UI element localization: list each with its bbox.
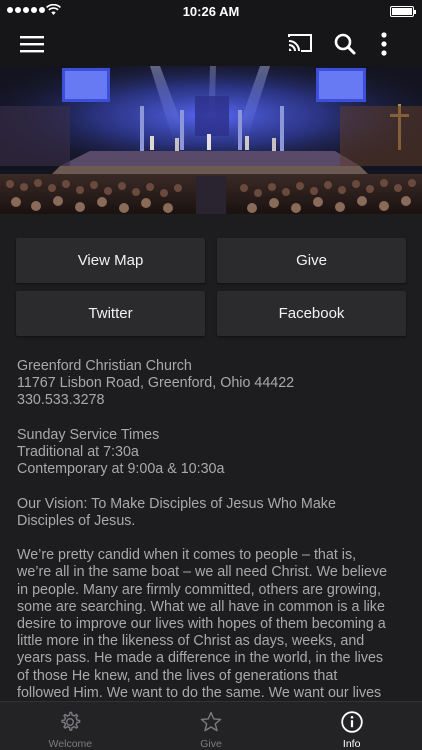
service-contemporary: Contemporary at 9:00a & 10:30a <box>17 461 225 478</box>
view-map-button[interactable]: View Map <box>16 238 205 283</box>
gear-icon <box>61 711 81 731</box>
about-line: we’re all in the same boat – we all need… <box>17 564 388 581</box>
battery-icon <box>390 6 416 17</box>
about-block: We’re pretty candid when it comes to peo… <box>17 547 409 702</box>
about-line: We’re pretty candid when it comes to peo… <box>17 547 357 564</box>
about-line: some are searching. What we all have in … <box>17 598 385 615</box>
vision-line: Disciples of Jesus. <box>17 512 136 529</box>
more-vertical-icon[interactable] <box>380 31 388 57</box>
tab-label: Give <box>200 738 222 750</box>
service-times-block: Sunday Service Times Traditional at 7:30… <box>17 427 409 479</box>
church-address: 11767 Lisbon Road, Greenford, Ohio 44422 <box>17 375 295 392</box>
cast-icon[interactable] <box>287 32 313 54</box>
vision-block: Our Vision: To Make Disciples of Jesus W… <box>17 496 409 530</box>
tab-label: Info <box>342 738 361 750</box>
vision-line: Our Vision: To Make Disciples of Jesus W… <box>17 495 336 512</box>
church-name: Greenford Christian Church <box>17 358 192 374</box>
about-line: desire to improve our lives with hopes o… <box>17 616 386 632</box>
tab-label: Welcome <box>48 738 93 750</box>
star-icon <box>200 711 222 732</box>
church-info: Greenford Christian Church 11767 Lisbon … <box>17 358 409 719</box>
service-heading: Sunday Service Times <box>17 426 160 443</box>
about-line: of those He knew, and the lives of gener… <box>17 667 338 684</box>
give-button[interactable]: Give <box>217 238 406 283</box>
search-icon[interactable] <box>333 32 357 56</box>
hamburger-menu-icon[interactable] <box>20 34 44 54</box>
church-stage-photo <box>0 66 422 214</box>
twitter-button[interactable]: Twitter <box>16 291 205 336</box>
about-line: followed Him. We want to do the same. We… <box>17 684 382 701</box>
about-line: little more in the likeness of Christ as… <box>17 633 365 650</box>
tab-bar: Welcome Give Info <box>0 701 422 750</box>
info-icon <box>340 711 363 733</box>
about-line: years pass. He made a difference in the … <box>17 650 384 667</box>
church-phone: 330.533.3278 <box>17 392 105 409</box>
facebook-button[interactable]: Facebook <box>217 291 406 336</box>
status-time: 10:26 AM <box>182 4 240 19</box>
tab-give[interactable]: Give <box>141 702 282 750</box>
contact-block: Greenford Christian Church 11767 Lisbon … <box>17 358 409 410</box>
service-traditional: Traditional at 7:30a <box>17 444 139 460</box>
status-bar: 10:26 AM <box>0 0 422 22</box>
tab-info[interactable]: Info <box>281 702 422 750</box>
tab-welcome[interactable]: Welcome <box>0 702 141 750</box>
about-line: in people. Many are firmly committed, ot… <box>17 581 381 598</box>
nav-bar <box>0 22 422 66</box>
